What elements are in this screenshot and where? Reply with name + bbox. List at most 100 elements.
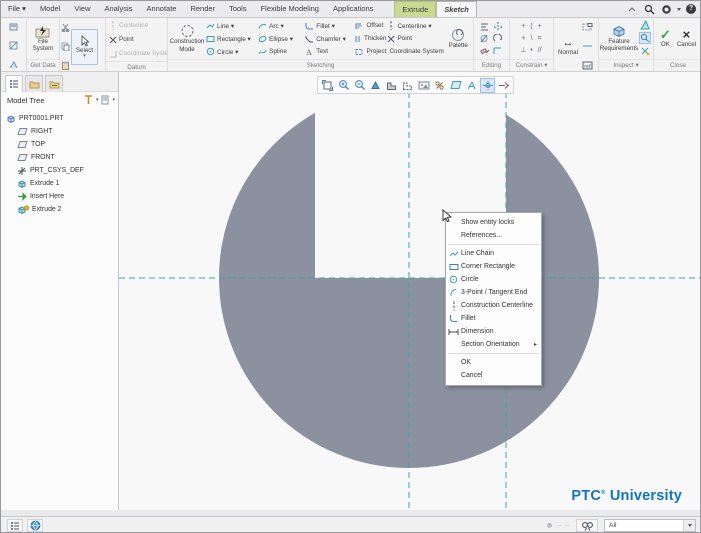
tree-item-extrude2[interactable]: Extrude 2 [6,203,118,216]
menu-item-show-entity-locks[interactable]: Show entity locks [446,216,541,229]
model-tree-tab[interactable] [5,75,23,92]
perimeter-dimension-icon[interactable] [582,19,593,37]
graphics-area[interactable]: PTC® University [119,72,701,510]
menu-item-construction-centerline[interactable]: Construction Centerline [446,299,541,312]
circle-button[interactable]: Circle ▾ [206,45,257,58]
corner-icon[interactable] [493,42,503,60]
project-button[interactable]: Project [355,45,386,58]
web-browser-toggle-icon[interactable] [27,519,43,532]
overlapping-geometry-icon[interactable] [639,32,651,44]
display-style-icon[interactable] [384,78,399,93]
tree-filter-icon[interactable] [84,95,93,105]
sketch-display-icon[interactable] [480,77,495,93]
tab-applications[interactable]: Applications [326,1,380,17]
text-button[interactable]: A Text [305,45,354,58]
connect-caret-icon[interactable] [677,7,681,11]
tab-model[interactable]: Model [33,1,67,17]
tree-item-extrude1[interactable]: Extrude 1 [6,177,118,190]
collapse-ribbon-icon[interactable] [626,3,638,15]
menu-item-line-chain[interactable]: Line Chain [446,247,541,260]
file-menu[interactable]: File ▾ [1,1,33,17]
file-system-button[interactable]: File System [28,25,58,52]
tab-annotate[interactable]: Annotate [139,1,183,17]
arc-button[interactable]: Arc ▾ [258,19,304,32]
cut-icon[interactable] [61,19,70,37]
select-button[interactable]: Select ▾ [71,29,98,65]
tab-flexible-modeling[interactable]: Flexible Modeling [254,1,326,17]
highlight-open-ends-icon[interactable] [639,45,651,57]
tab-analysis[interactable]: Analysis [98,1,140,17]
menu-item-section-orientation[interactable]: Section Orientation ▸ [446,338,541,351]
setup-tool-icon-2[interactable] [9,38,19,56]
group-label-inspect[interactable]: Inspect ▾ [599,59,653,71]
tab-render[interactable]: Render [183,1,222,17]
normal-dimension-button[interactable]: ↔ Normal [555,37,581,56]
centerline-sketch-button[interactable]: Centerline ▾ [387,19,443,32]
zoom-out-icon[interactable] [352,78,367,93]
refit-icon[interactable] [320,78,335,93]
tree-item-insert-here[interactable]: Insert Here [6,190,118,203]
find-icon[interactable] [576,519,598,532]
tree-item-front[interactable]: FRONT [6,151,118,164]
fillet-button[interactable]: Fillet ▾ [305,19,354,32]
cancel-button[interactable]: × Cancel [676,28,697,48]
menu-item-references[interactable]: References... [446,229,541,242]
offset-button[interactable]: Offset [355,19,386,32]
coordinate-system-sketch-button[interactable]: Coordinate System [387,45,443,58]
tab-sketch[interactable]: Sketch [436,1,477,17]
folder-browser-tab[interactable] [25,75,43,92]
view-manager-icon[interactable] [432,78,447,93]
centerline-datum-button[interactable]: Centerline [109,19,148,32]
menu-item-circle[interactable]: Circle [446,273,541,286]
zoom-in-icon[interactable] [336,78,351,93]
tree-item-part[interactable]: PRT0001.PRT [6,112,118,125]
tree-settings-caret-icon[interactable]: ▾ [112,97,115,103]
search-icon[interactable] [643,3,655,15]
menu-item-3-point-tangent-end[interactable]: 3-Point / Tangent End [446,286,541,299]
annotation-display-icon[interactable] [464,78,479,93]
copy-icon[interactable] [61,38,70,56]
thicken-button[interactable]: Thicken [355,32,386,45]
construction-mode-button[interactable]: Construction Mode [169,24,205,53]
tree-item-csys[interactable]: PRT_CSYS_DEF [6,164,118,177]
favorites-tab[interactable] [45,75,63,92]
coordinate-system-datum-button[interactable]: Coordinate System [109,47,167,60]
tab-extrude[interactable]: Extrude [394,1,437,17]
delete-segment-icon[interactable] [480,42,490,60]
model-tree-toggle-icon[interactable] [7,519,23,532]
feature-requirements-button[interactable]: Feature Requirements [600,25,638,52]
chamfer-button[interactable]: Chamfer ▾ [305,32,354,45]
repaint-icon[interactable] [368,78,383,93]
menu-item-cancel[interactable]: Cancel [446,369,541,382]
coincident-constraint-icon[interactable]: + [521,34,525,44]
setup-tool-icon-3[interactable] [9,57,19,71]
ok-button[interactable]: ✓ OK [659,28,672,48]
tab-view[interactable]: View [67,1,97,17]
point-sketch-button[interactable]: Point [387,32,443,45]
sketch-orientation-icon[interactable] [496,78,511,93]
vertical-constraint-icon[interactable]: + [521,22,525,32]
horizontal-constraint-icon[interactable]: • [530,46,532,56]
baseline-dimension-icon[interactable] [582,38,593,56]
tree-filter-caret-icon[interactable]: ▾ [96,97,99,103]
paste-icon[interactable] [61,57,70,71]
shade-closed-loops-icon[interactable] [639,19,651,31]
datum-display-icon[interactable] [448,78,463,93]
sketch-canvas[interactable] [119,72,701,510]
group-label-constrain[interactable]: Constrain ▾ [510,59,553,71]
search-filter-dropdown[interactable]: All [604,519,696,532]
menu-item-dimension[interactable]: Dimension [446,325,541,338]
tree-item-top[interactable]: TOP [6,138,118,151]
perpendicular-constraint-icon[interactable]: ⊥ [520,46,526,56]
help-icon[interactable]: ? [686,4,696,14]
setup-tool-icon-1[interactable] [9,19,19,37]
tree-settings-icon[interactable] [101,95,109,105]
spline-button[interactable]: Spline [258,45,304,58]
ellipse-button[interactable]: Ellipse ▾ [258,32,304,45]
palette-button[interactable]: Palette [444,28,472,49]
hidden-line-icon[interactable] [400,78,415,93]
menu-item-ok[interactable]: OK [446,356,541,369]
equal-constraint-icon[interactable]: = [538,34,542,44]
menu-item-fillet[interactable]: Fillet [446,312,541,325]
midpoint-constraint-icon[interactable]: + [538,22,542,32]
